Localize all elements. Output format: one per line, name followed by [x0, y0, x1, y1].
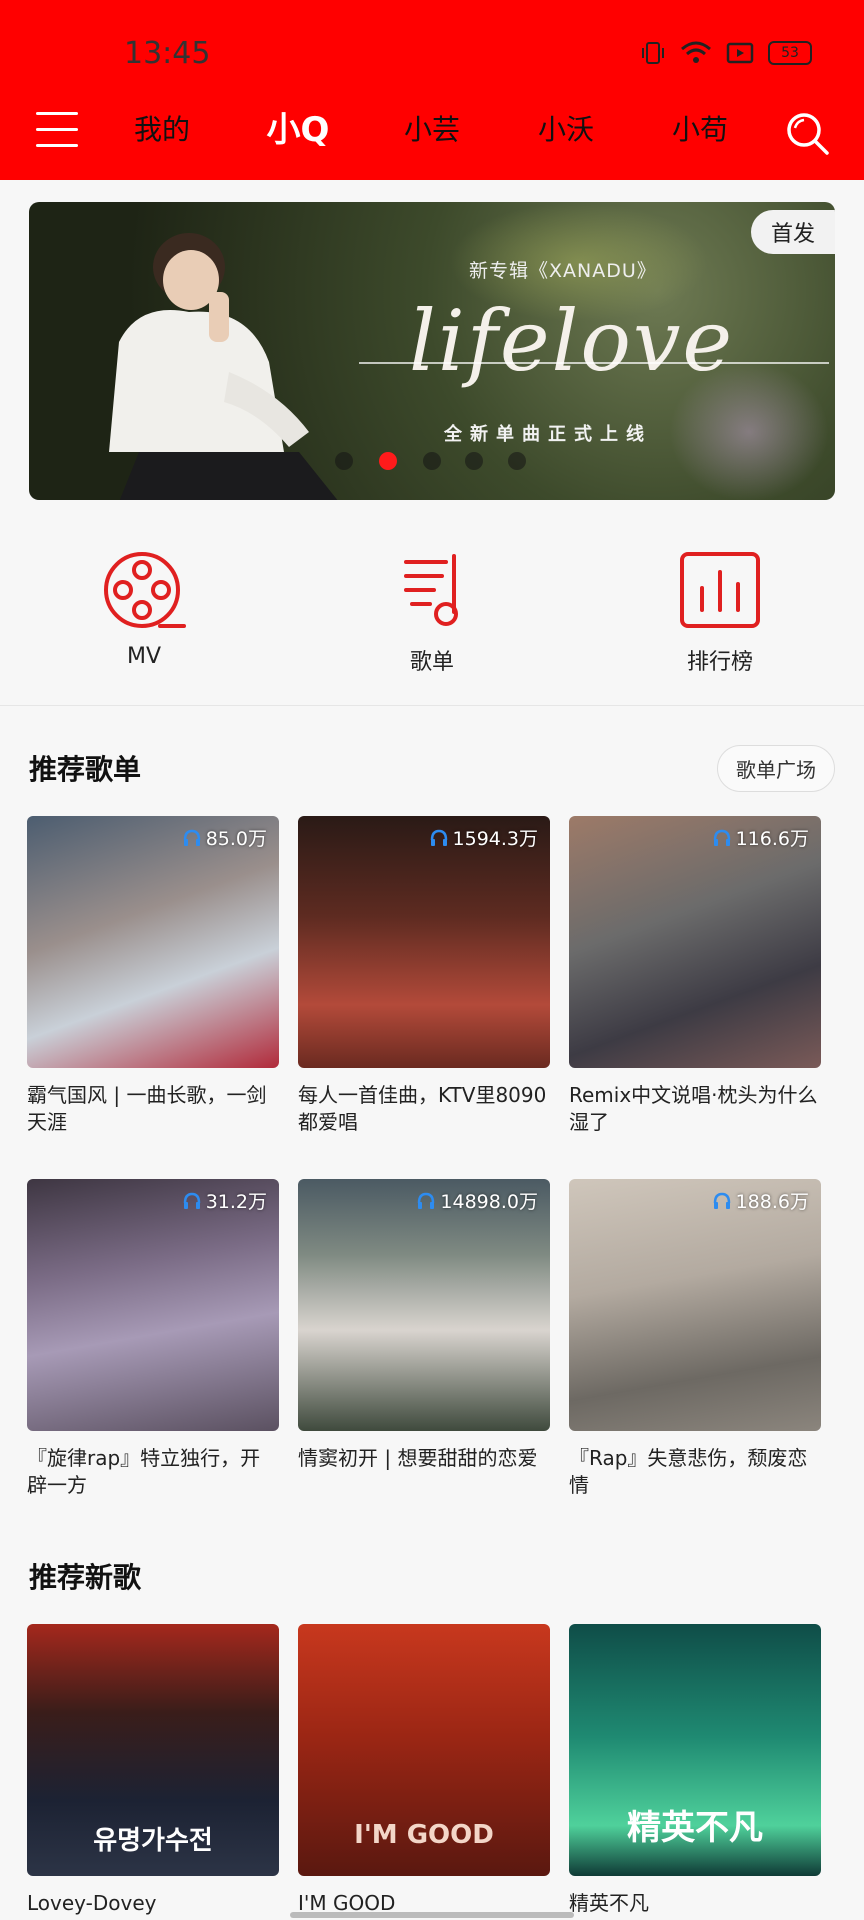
song-card[interactable]: 精英不凡 精英不凡 [569, 1624, 821, 1917]
recommended-playlists-title: 推荐歌单 [29, 753, 142, 786]
song-card[interactable]: 유명가수전 Lovey-Dovey [27, 1624, 279, 1917]
playlist-title: Remix中文说唱·枕头为什么湿了 [569, 1083, 818, 1134]
chart-icon [680, 552, 760, 628]
tab-xiaoyun[interactable]: 小芸 [404, 108, 460, 148]
playlist-card[interactable]: 116.6万 Remix中文说唱·枕头为什么湿了 [569, 816, 821, 1136]
tab-mine[interactable]: 我的 [134, 108, 190, 148]
shortcut-mv[interactable]: MV [64, 548, 224, 669]
tab-xiaogou[interactable]: 小苟 [672, 108, 728, 148]
home-indicator[interactable] [290, 1912, 574, 1918]
song-cover: I'M GOOD [298, 1624, 550, 1876]
play-count-value: 14898.0万 [440, 1191, 538, 1213]
playlist-title: 霸气国风 | 一曲长歌，一剑天涯 [27, 1083, 267, 1134]
playlist-cover: 1594.3万 [298, 816, 550, 1068]
hamburger-menu-icon[interactable] [36, 112, 78, 150]
playlist-title: 情窦初开 | 想要甜甜的恋爱 [298, 1446, 538, 1470]
play-count: 31.2万 [182, 1187, 267, 1214]
status-time: 13:45 [124, 36, 211, 71]
song-cover: 유명가수전 [27, 1624, 279, 1876]
play-count-value: 31.2万 [205, 1191, 267, 1213]
play-count: 188.6万 [712, 1187, 809, 1214]
song-cover-text: 精英不凡 [627, 1808, 763, 1848]
headphones-icon [183, 829, 200, 846]
playlist-title: 每人一首佳曲，KTV里8090都爱唱 [298, 1083, 547, 1134]
playlist-card[interactable]: 85.0万 霸气国风 | 一曲长歌，一剑天涯 [27, 816, 279, 1136]
recommended-songs-title: 推荐新歌 [29, 1561, 142, 1594]
playlist-card[interactable]: 188.6万 『Rap』失意悲伤，颓废恋情 [569, 1179, 821, 1499]
battery-indicator: 53 [768, 41, 812, 65]
playlist-card[interactable]: 1594.3万 每人一首佳曲，KTV里8090都爱唱 [298, 816, 550, 1136]
playlist-cover: 188.6万 [569, 1179, 821, 1431]
playlist-cover: 31.2万 [27, 1179, 279, 1431]
banner-subtitle: 新专辑《XANADU》 [469, 260, 657, 282]
song-cover-text: 유명가수전 [93, 1826, 213, 1856]
shortcut-mv-label: MV [126, 644, 162, 669]
playlist-title: 『Rap』失意悲伤，颓废恋情 [569, 1446, 808, 1497]
wifi-icon [681, 41, 711, 63]
playlist-card[interactable]: 14898.0万 情窦初开 | 想要甜甜的恋爱 [298, 1179, 550, 1472]
play-count-value: 188.6万 [735, 1191, 809, 1213]
song-cover-text: I'M GOOD [354, 1820, 494, 1850]
play-count-value: 1594.3万 [452, 828, 538, 850]
playlist-cover: 85.0万 [27, 816, 279, 1068]
headphones-icon [713, 1192, 730, 1209]
film-reel-icon [104, 552, 186, 628]
headphones-icon [713, 829, 730, 846]
carousel-dot[interactable] [423, 452, 441, 470]
playlist-plaza-button[interactable]: 歌单广场 [717, 745, 835, 792]
headphones-icon [418, 1192, 435, 1209]
playlist-cover: 14898.0万 [298, 1179, 550, 1431]
play-count: 85.0万 [182, 824, 267, 851]
carousel-dot[interactable] [465, 452, 483, 470]
banner-underline [359, 362, 829, 364]
tab-xiaoq[interactable]: 小Q [267, 102, 330, 151]
carousel-dot[interactable] [508, 452, 526, 470]
play-count-value: 85.0万 [205, 828, 267, 850]
shortcut-ranking[interactable]: 排行榜 [640, 548, 800, 676]
vibrate-icon [642, 42, 664, 64]
artist-photo [109, 233, 338, 500]
playlist-cover: 116.6万 [569, 816, 821, 1068]
shortcut-playlist[interactable]: 歌单 [352, 548, 512, 676]
tab-xiaowo[interactable]: 小沃 [538, 108, 594, 148]
song-title: 精英不凡 [569, 1891, 649, 1915]
song-cover: 精英不凡 [569, 1624, 821, 1876]
shortcut-playlist-label: 歌单 [409, 650, 454, 675]
nav-tabs: 我的 小Q 小芸 小沃 小苟 [110, 100, 750, 160]
headphones-icon [183, 1192, 200, 1209]
play-count-value: 116.6万 [735, 828, 809, 850]
play-count: 116.6万 [712, 824, 809, 851]
carousel-dot-active[interactable] [379, 452, 397, 470]
section-divider [0, 705, 864, 706]
song-title: Lovey-Dovey [27, 1891, 157, 1915]
play-count: 1594.3万 [429, 824, 538, 851]
first-release-badge: 首发 [750, 210, 835, 254]
playlist-icon [404, 554, 458, 626]
banner-script-title: lifelove [409, 292, 735, 390]
cast-icon [726, 42, 754, 64]
playlist-card[interactable]: 31.2万 『旋律rap』特立独行，开辟一方 [27, 1179, 279, 1499]
status-icons: 53 [640, 40, 812, 66]
song-card[interactable]: I'M GOOD I'M GOOD [298, 1624, 550, 1917]
app-header: 13:45 53 我的 小Q 小芸 小沃 小苟 [0, 0, 864, 180]
promo-banner[interactable]: 首发 新专辑《XANADU》 lifelove 全新单曲正式上线 [29, 202, 835, 500]
banner-caption: 全新单曲正式上线 [444, 424, 652, 445]
search-icon[interactable] [784, 110, 830, 156]
play-count: 14898.0万 [416, 1187, 538, 1214]
headphones-icon [430, 829, 447, 846]
playlist-title: 『旋律rap』特立独行，开辟一方 [27, 1446, 261, 1497]
carousel-dot[interactable] [335, 452, 353, 470]
shortcut-ranking-label: 排行榜 [686, 650, 753, 675]
